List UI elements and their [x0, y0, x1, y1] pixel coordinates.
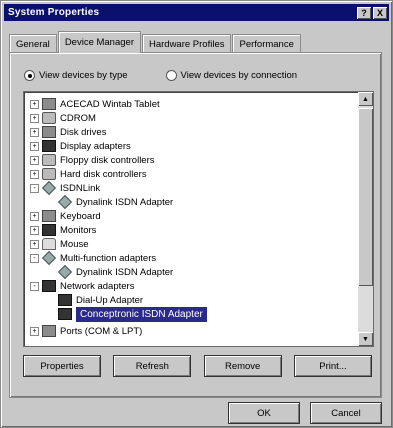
cancel-button[interactable]: Cancel: [310, 402, 382, 424]
tree-item-label: Dynalink ISDN Adapter: [76, 266, 174, 278]
tree-item-cdrom[interactable]: + CDROM: [30, 111, 96, 125]
view-mode-group: View devices by type View devices by con…: [24, 70, 371, 81]
floppy-controller-icon: [42, 154, 56, 166]
isdn-icon: [41, 180, 57, 196]
expander-icon[interactable]: +: [30, 127, 39, 137]
expander-icon[interactable]: -: [30, 281, 39, 291]
tree-item-label: Dynalink ISDN Adapter: [76, 196, 174, 208]
tree-item-dial-up-adapter[interactable]: Dial-Up Adapter: [58, 293, 143, 307]
ok-button[interactable]: OK: [228, 402, 300, 424]
expander-icon[interactable]: -: [30, 253, 39, 263]
window-title: System Properties: [8, 7, 100, 18]
tree-item-ports[interactable]: + Ports (COM & LPT): [30, 324, 142, 338]
tab-strip: General Device Manager Hardware Profiles…: [9, 31, 302, 53]
tree-item-label: Floppy disk controllers: [60, 154, 155, 166]
mouse-icon: [42, 238, 56, 250]
tree-item-isdnlink[interactable]: - ISDNLink: [30, 180, 101, 196]
help-button[interactable]: ?: [357, 6, 371, 19]
tablet-icon: [42, 98, 56, 110]
tree-item-label: ISDNLink: [60, 182, 101, 194]
tree-item-label: Disk drives: [60, 126, 107, 138]
network-adapter-icon: [42, 280, 56, 292]
tree-item-mouse[interactable]: + Mouse: [30, 237, 89, 251]
hard-disk-controller-icon: [42, 168, 56, 180]
tree-item-multifunction-adapters[interactable]: - Multi-function adapters: [30, 250, 157, 266]
selected-tree-item-label: Conceptronic ISDN Adapter: [76, 306, 207, 322]
expander-icon[interactable]: +: [30, 225, 39, 235]
close-button[interactable]: X: [373, 6, 387, 19]
multifunction-icon: [41, 250, 57, 266]
monitor-icon: [42, 224, 56, 236]
tree-item-label: ACECAD Wintab Tablet: [60, 98, 160, 110]
view-by-connection-label: View devices by connection: [180, 70, 298, 81]
tree-item-label: Monitors: [60, 224, 97, 236]
properties-button[interactable]: Properties: [23, 355, 101, 377]
expander-icon[interactable]: +: [30, 113, 39, 123]
network-card-icon: [58, 308, 72, 320]
scroll-thumb[interactable]: [358, 108, 373, 286]
tree-item-monitors[interactable]: + Monitors: [30, 223, 96, 237]
tree-item-label: Ports (COM & LPT): [60, 325, 143, 337]
device-tree[interactable]: + ACECAD Wintab Tablet + CDROM + Disk dr…: [23, 91, 374, 347]
tree-item-display-adapters[interactable]: + Display adapters: [30, 139, 131, 153]
dialog-footer: OK Cancel: [228, 402, 382, 424]
radio-dot-icon: [165, 70, 177, 81]
expander-icon[interactable]: -: [30, 183, 39, 193]
adapter-icon: [57, 194, 73, 210]
disk-drive-icon: [42, 126, 56, 138]
view-by-type-label: View devices by type: [39, 70, 128, 81]
ports-icon: [42, 325, 56, 337]
tab-hardware-profiles[interactable]: Hardware Profiles: [141, 34, 232, 53]
title-bar[interactable]: System Properties ? X: [4, 4, 389, 21]
radio-dot-icon: [24, 70, 35, 81]
tab-general[interactable]: General: [9, 34, 57, 53]
tree-item-dynalink-isdn-2[interactable]: Dynalink ISDN Adapter: [57, 264, 174, 280]
tab-performance[interactable]: Performance: [232, 34, 301, 53]
expander-icon[interactable]: +: [30, 169, 39, 179]
expander-icon[interactable]: +: [30, 155, 39, 165]
network-card-icon: [58, 294, 72, 306]
tree-item-label: Mouse: [60, 238, 89, 250]
scroll-down-button[interactable]: ▼: [358, 332, 373, 346]
adapter-icon: [57, 264, 73, 280]
expander-icon[interactable]: +: [30, 141, 39, 151]
tree-item-label: Multi-function adapters: [60, 252, 157, 264]
view-by-connection-radio[interactable]: View devices by connection: [165, 70, 298, 81]
system-properties-window: System Properties ? X General Device Man…: [0, 0, 393, 428]
tree-item-floppy-controllers[interactable]: + Floppy disk controllers: [30, 153, 155, 167]
view-by-type-radio[interactable]: View devices by type: [24, 70, 128, 81]
tree-item-acecad[interactable]: + ACECAD Wintab Tablet: [30, 97, 160, 111]
device-manager-panel: View devices by type View devices by con…: [9, 52, 382, 398]
device-action-buttons: Properties Refresh Remove Print...: [23, 355, 372, 377]
tree-item-conceptronic-isdn[interactable]: Conceptronic ISDN Adapter: [58, 306, 207, 322]
tab-device-manager[interactable]: Device Manager: [57, 31, 141, 53]
tree-item-label: CDROM: [60, 112, 96, 124]
expander-icon[interactable]: +: [30, 211, 39, 221]
refresh-button[interactable]: Refresh: [113, 355, 192, 377]
tree-item-disk-drives[interactable]: + Disk drives: [30, 125, 106, 139]
tree-item-label: Dial-Up Adapter: [76, 294, 144, 306]
tree-item-label: Keyboard: [60, 210, 101, 222]
tree-item-label: Network adapters: [60, 280, 135, 292]
keyboard-icon: [42, 210, 56, 222]
vertical-scrollbar[interactable]: ▲ ▼: [358, 92, 373, 346]
tree-item-label: Hard disk controllers: [60, 168, 147, 180]
tree-item-network-adapters[interactable]: - Network adapters: [30, 279, 134, 293]
cdrom-icon: [42, 112, 56, 124]
expander-icon[interactable]: +: [30, 99, 39, 109]
print-button[interactable]: Print...: [293, 355, 372, 377]
tree-item-label: Display adapters: [60, 140, 131, 152]
expander-icon[interactable]: +: [30, 326, 39, 336]
display-adapter-icon: [42, 140, 56, 152]
tree-item-dynalink-isdn-1[interactable]: Dynalink ISDN Adapter: [57, 194, 174, 210]
remove-button[interactable]: Remove: [203, 355, 282, 377]
scroll-up-button[interactable]: ▲: [358, 92, 373, 106]
tree-item-keyboard[interactable]: + Keyboard: [30, 209, 101, 223]
tree-item-hard-disk-controllers[interactable]: + Hard disk controllers: [30, 167, 147, 181]
expander-icon[interactable]: +: [30, 239, 39, 249]
